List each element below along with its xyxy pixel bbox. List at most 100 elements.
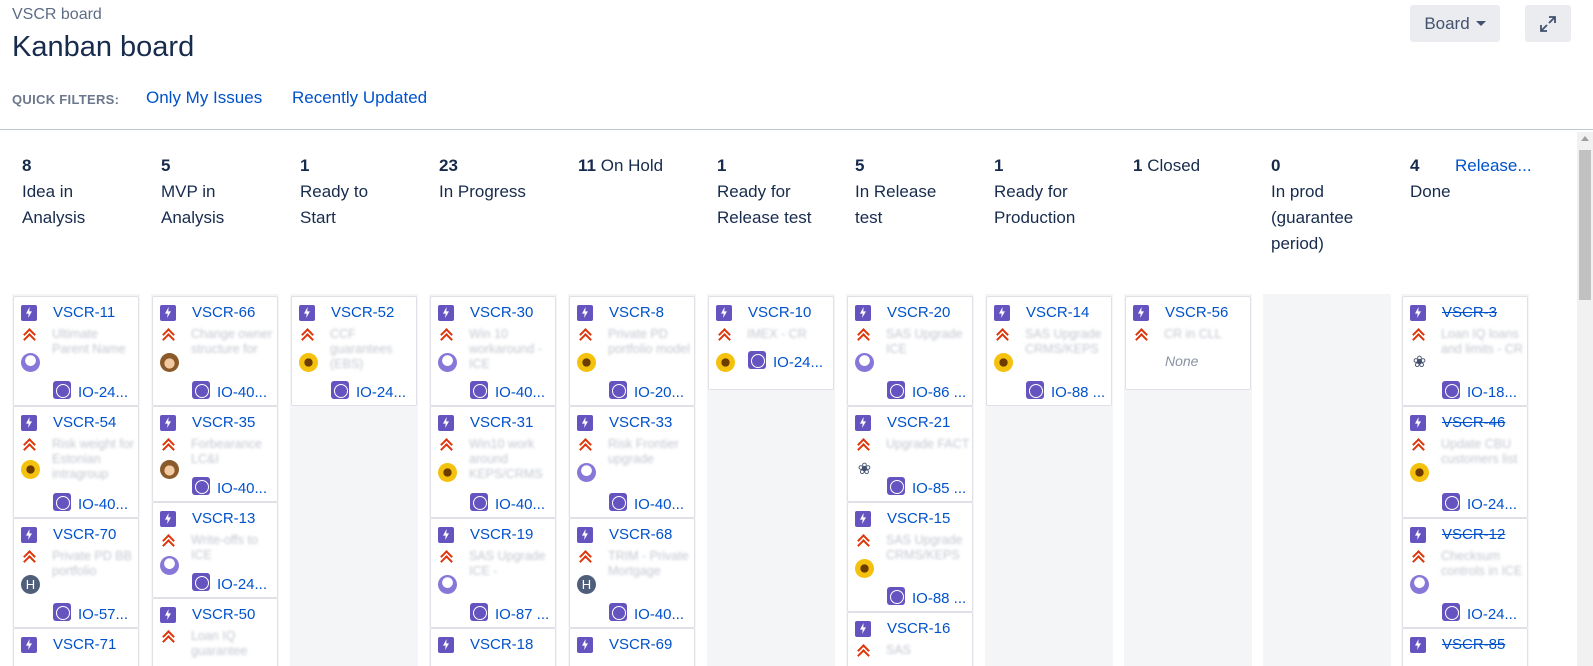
epic-link[interactable]: IO-40... (495, 384, 545, 401)
epic-link[interactable]: IO-40... (634, 606, 684, 623)
page-title: Kanban board (12, 31, 195, 63)
issue-card[interactable]: VSCR-16 SAS (847, 612, 973, 666)
issue-card[interactable]: VSCR-10 IMEX - CR IO-24... (708, 296, 834, 390)
epic-link[interactable]: IO-86 ... (912, 384, 966, 401)
issue-key[interactable]: VSCR-8 (609, 304, 664, 321)
epic-link[interactable]: IO-24... (1467, 606, 1517, 623)
filter-only-my-issues[interactable]: Only My Issues (146, 88, 262, 108)
epic-link[interactable]: IO-20... (634, 384, 684, 401)
issue-card[interactable]: VSCR-52 CCF guarantees (EBS) IO-24... (291, 296, 417, 406)
issue-card[interactable]: VSCR-46 Update CBU customers list IO-24.… (1402, 406, 1528, 518)
priority-highest-icon (997, 328, 1008, 340)
issue-card[interactable]: VSCR-68 TRIM - Private Mortgage H IO-40.… (569, 518, 695, 628)
issue-key[interactable]: VSCR-3 (1442, 304, 1497, 321)
expand-button[interactable] (1525, 5, 1571, 42)
issue-key[interactable]: VSCR-70 (53, 526, 116, 543)
filter-recently-updated[interactable]: Recently Updated (292, 88, 427, 108)
issue-card[interactable]: VSCR-14 SAS Upgrade CRMS/KEPS IO-88 ... (986, 296, 1112, 406)
issue-key[interactable]: VSCR-12 (1442, 526, 1505, 543)
breadcrumb[interactable]: VSCR board (12, 6, 102, 24)
issue-key[interactable]: VSCR-71 (53, 636, 116, 653)
issue-summary: SAS Upgrade ICE (886, 327, 963, 356)
issue-card[interactable]: VSCR-56 CR in CLL None (1125, 296, 1251, 390)
epic-link[interactable]: IO-24... (356, 384, 406, 401)
issue-card[interactable]: VSCR-30 Win 10 workaround - ICE IO-40... (430, 296, 556, 406)
vertical-scrollbar[interactable] (1577, 132, 1593, 666)
issue-card[interactable]: VSCR-33 Risk Frontier upgrade IO-40... (569, 406, 695, 518)
story-icon (855, 415, 871, 431)
board-menu-button[interactable]: Board (1410, 5, 1500, 42)
issue-key[interactable]: VSCR-30 (470, 304, 533, 321)
epic-link[interactable]: IO-40... (217, 480, 267, 497)
issue-card[interactable]: VSCR-70 Private PD BB portfolio H IO-57.… (13, 518, 139, 628)
issue-card[interactable]: VSCR-66 Change owner structure for IO-40… (152, 296, 278, 406)
issue-card[interactable]: VSCR-11 Ultimate Parent Name IO-24... (13, 296, 139, 406)
issue-key[interactable]: VSCR-14 (1026, 304, 1089, 321)
issue-key[interactable]: VSCR-85 (1442, 636, 1505, 653)
issue-key[interactable]: VSCR-15 (887, 510, 950, 527)
issue-card[interactable]: VSCR-15 SAS Upgrade CRMS/KEPS IO-88 ... (847, 502, 973, 612)
issue-card[interactable]: VSCR-85 (1402, 628, 1528, 666)
epic-link[interactable]: IO-40... (634, 496, 684, 513)
epic-link[interactable]: IO-24... (1467, 496, 1517, 513)
priority-highest-icon (24, 438, 35, 450)
issue-key[interactable]: VSCR-46 (1442, 414, 1505, 431)
issue-card[interactable]: VSCR-3 Loan IQ loans and limits - CR ❀ I… (1402, 296, 1528, 406)
epic-link[interactable]: IO-18... (1467, 384, 1517, 401)
issue-key[interactable]: VSCR-21 (887, 414, 950, 431)
issue-key[interactable]: VSCR-11 (53, 304, 115, 321)
issue-key[interactable]: VSCR-56 (1165, 304, 1228, 321)
issue-card[interactable]: VSCR-69 (569, 628, 695, 666)
issue-card[interactable]: VSCR-20 SAS Upgrade ICE IO-86 ... (847, 296, 973, 406)
epic-link[interactable]: IO-40... (495, 496, 545, 513)
issue-card[interactable]: VSCR-35 Forbearance LC&I IO-40... (152, 406, 278, 502)
issue-summary: Risk weight for Estonian intragroup (52, 437, 134, 481)
issue-key[interactable]: VSCR-66 (192, 304, 255, 321)
issue-key[interactable]: VSCR-52 (331, 304, 394, 321)
issue-card[interactable]: VSCR-18 (430, 628, 556, 666)
epic-link[interactable]: IO-24... (773, 354, 823, 371)
issue-key[interactable]: VSCR-54 (53, 414, 116, 431)
issue-card[interactable]: VSCR-8 Private PD portfolio model IO-20.… (569, 296, 695, 406)
release-link[interactable]: Release... (1455, 153, 1532, 179)
issue-card[interactable]: VSCR-31 Win10 work around KEPS/CRMS IO-4… (430, 406, 556, 518)
issue-summary: Loan IQ loans and limits - CR (1441, 327, 1523, 356)
issue-card[interactable]: VSCR-12 Checksum controls in ICE IO-24..… (1402, 518, 1528, 628)
issue-key[interactable]: VSCR-50 (192, 606, 255, 623)
issue-card[interactable]: VSCR-54 Risk weight for Estonian intragr… (13, 406, 139, 518)
issue-key[interactable]: VSCR-68 (609, 526, 672, 543)
epic-link[interactable]: IO-85 ... (912, 480, 966, 497)
issue-key[interactable]: VSCR-31 (470, 414, 533, 431)
issue-key[interactable]: VSCR-35 (192, 414, 255, 431)
epic-link[interactable]: IO-88 ... (912, 590, 966, 607)
epic-icon (1442, 493, 1460, 511)
epic-icon (748, 351, 766, 369)
scrollbar-thumb[interactable] (1579, 150, 1591, 300)
issue-card[interactable]: VSCR-19 SAS Upgrade ICE - IO-87 ... (430, 518, 556, 628)
issue-key[interactable]: VSCR-13 (192, 510, 255, 527)
issue-key[interactable]: VSCR-69 (609, 636, 672, 653)
epic-link[interactable]: IO-88 ... (1051, 384, 1105, 401)
issue-summary: SAS Upgrade ICE - (469, 549, 546, 578)
issue-key[interactable]: VSCR-10 (748, 304, 811, 321)
issue-card[interactable]: VSCR-21 Upgrade FACT ❀ IO-85 ... (847, 406, 973, 502)
issue-card[interactable]: VSCR-13 Write-offs to ICE IO-24... (152, 502, 278, 598)
issue-card[interactable]: VSCR-50 Loan IQ guarantee (152, 598, 278, 666)
issue-card[interactable]: VSCR-71 (13, 628, 139, 666)
scroll-up-arrow-icon[interactable] (1581, 136, 1589, 141)
issue-key[interactable]: VSCR-20 (887, 304, 950, 321)
epic-link[interactable]: IO-24... (217, 576, 267, 593)
epic-link[interactable]: IO-57... (78, 606, 128, 623)
header-divider (0, 129, 1593, 130)
epic-link[interactable]: IO-24... (78, 384, 128, 401)
issue-key[interactable]: VSCR-16 (887, 620, 950, 637)
epic-link[interactable]: IO-40... (217, 384, 267, 401)
epic-link[interactable]: IO-40... (78, 496, 128, 513)
issue-key[interactable]: VSCR-19 (470, 526, 533, 543)
issue-key[interactable]: VSCR-33 (609, 414, 672, 431)
column-name: Done (1410, 182, 1451, 201)
issue-summary: SAS Upgrade CRMS/KEPS (886, 533, 963, 562)
issue-key[interactable]: VSCR-18 (470, 636, 533, 653)
epic-icon (1442, 603, 1460, 621)
epic-link[interactable]: IO-87 ... (495, 606, 549, 623)
